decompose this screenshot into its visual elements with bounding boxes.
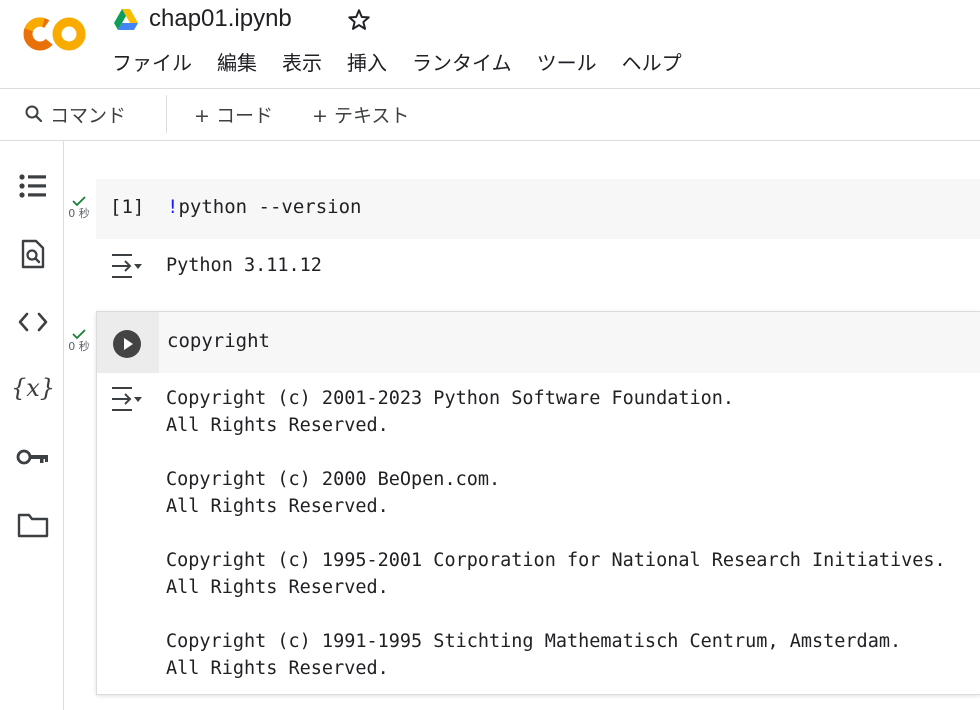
cell-1-exec-time: 0 秒 xyxy=(68,207,90,220)
add-code-button[interactable]: + コード xyxy=(194,99,273,129)
add-code-label: + コード xyxy=(194,104,273,127)
secrets-key-icon[interactable] xyxy=(15,439,51,475)
toolbar: コマンド + コード + テキスト xyxy=(0,88,980,141)
code-cell-1[interactable]: [1] !python --version xyxy=(96,179,980,239)
cell-1-output: Python 3.11.12 xyxy=(166,255,322,276)
add-text-button[interactable]: + テキスト xyxy=(312,99,409,129)
colab-logo[interactable] xyxy=(22,14,88,54)
cell-2-output: Copyright (c) 2001-2023 Python Software … xyxy=(166,388,946,679)
menu-file[interactable]: ファイル xyxy=(112,50,192,76)
code-editor[interactable]: copyright xyxy=(167,330,270,352)
menu-insert[interactable]: 挿入 xyxy=(347,50,387,76)
cell-1-exec-status: 0 秒 xyxy=(64,195,94,221)
run-gutter xyxy=(97,312,159,373)
menu-runtime[interactable]: ランタイム xyxy=(412,50,512,76)
output-actions-icon[interactable] xyxy=(108,251,144,281)
table-of-contents-icon[interactable] xyxy=(15,168,51,204)
menu-help[interactable]: ヘルプ xyxy=(622,50,682,76)
code-editor[interactable]: !python --version xyxy=(167,196,361,218)
add-text-label: + テキスト xyxy=(312,104,410,127)
folder-icon[interactable] xyxy=(15,507,51,543)
left-sidebar: {x} xyxy=(0,141,64,710)
menubar: ファイル 編集 表示 挿入 ランタイム ツール ヘルプ xyxy=(112,50,707,76)
run-cell-button[interactable] xyxy=(113,330,141,358)
toolbar-divider xyxy=(166,95,167,133)
variables-glyph: {x} xyxy=(10,374,56,402)
execution-count[interactable]: [1] xyxy=(110,196,144,218)
google-drive-icon[interactable] xyxy=(113,8,139,32)
notebook-title[interactable]: chap01.ipynb xyxy=(149,5,292,33)
code-text: python --version xyxy=(178,196,362,218)
command-label: コマンド xyxy=(50,104,127,127)
search-icon xyxy=(25,105,43,123)
menu-view[interactable]: 表示 xyxy=(282,50,322,76)
menu-tools[interactable]: ツール xyxy=(537,50,597,76)
cell-2-exec-status: 0 秒 xyxy=(64,328,94,354)
star-icon[interactable] xyxy=(346,7,372,33)
code-editor-area[interactable]: copyright xyxy=(97,312,980,373)
command-palette-button[interactable]: コマンド xyxy=(24,99,126,129)
shell-bang: ! xyxy=(167,196,179,218)
header: chap01.ipynb ファイル 編集 表示 挿入 ランタイム ツール ヘルプ xyxy=(0,0,980,88)
find-icon[interactable] xyxy=(15,236,51,272)
menu-edit[interactable]: 編集 xyxy=(217,50,257,76)
output-actions-icon[interactable] xyxy=(108,384,144,414)
code-snippets-icon[interactable] xyxy=(15,304,51,340)
cell-2-exec-time: 0 秒 xyxy=(68,340,90,353)
variables-icon[interactable]: {x} xyxy=(11,370,55,406)
